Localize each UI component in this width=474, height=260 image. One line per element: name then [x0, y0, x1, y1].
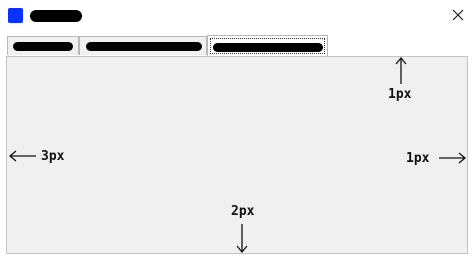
up-arrow-icon [395, 56, 407, 84]
left-arrow-icon [8, 150, 36, 162]
annotation-left: 3px [41, 149, 65, 164]
annotation-top: 1px [388, 87, 412, 102]
down-arrow-icon [236, 224, 248, 254]
tab-label [213, 43, 323, 52]
annotation-bottom: 2px [231, 204, 255, 219]
tab-label [86, 42, 202, 51]
close-button[interactable] [446, 4, 470, 26]
tab-strip [5, 35, 470, 57]
right-arrow-icon [439, 152, 467, 164]
app-icon [8, 8, 23, 23]
tab-2[interactable] [79, 36, 207, 55]
close-icon [452, 9, 464, 21]
window-title [30, 10, 82, 22]
tab-1[interactable] [7, 36, 79, 55]
annotation-right: 1px [406, 151, 430, 166]
tab-label [13, 42, 73, 51]
tab-3[interactable] [207, 35, 328, 57]
dialog-window: 1px 3px 1px 2px [0, 0, 474, 260]
